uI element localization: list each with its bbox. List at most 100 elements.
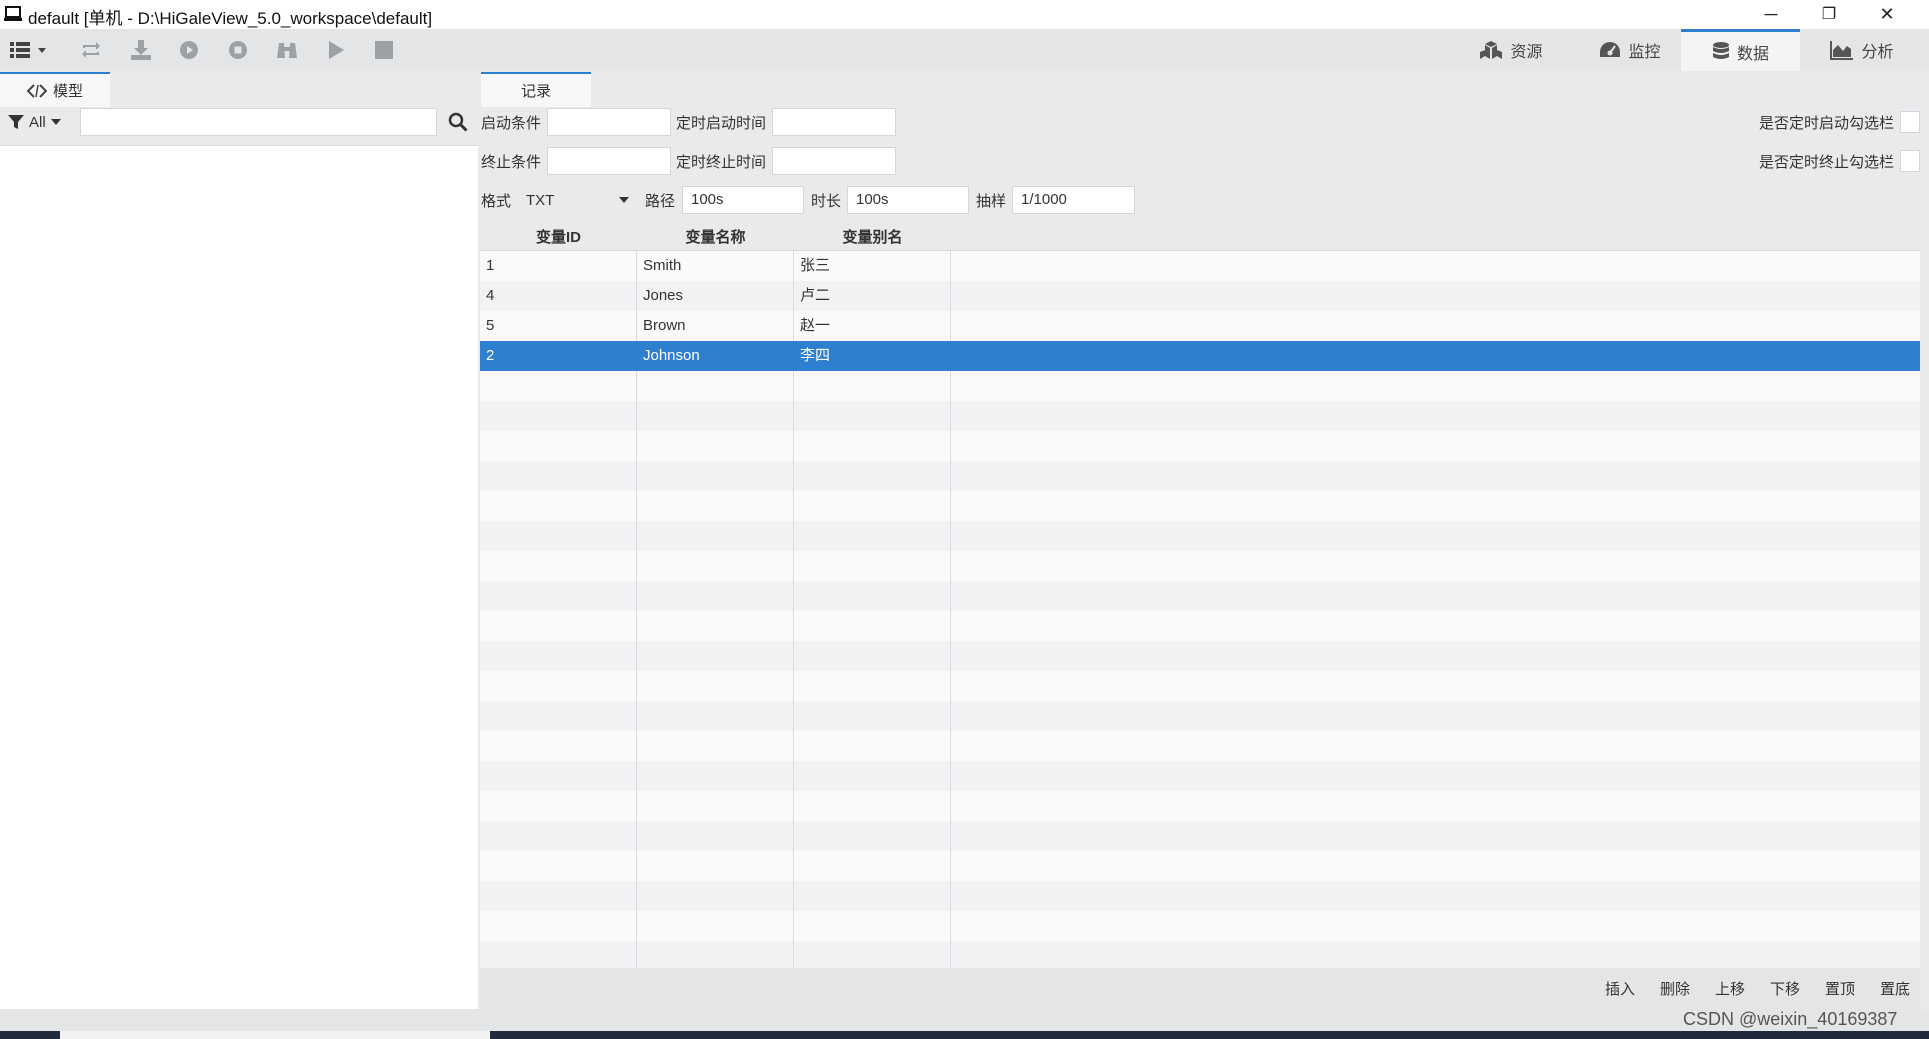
cell-alias[interactable] bbox=[794, 701, 951, 731]
cell-alias[interactable] bbox=[794, 401, 951, 431]
tab-analysis[interactable]: 分析 bbox=[1812, 29, 1912, 71]
table-row-empty[interactable] bbox=[480, 821, 1920, 852]
cell-name[interactable] bbox=[637, 791, 794, 821]
cell-alias[interactable] bbox=[794, 761, 951, 791]
table-row-empty[interactable] bbox=[480, 461, 1920, 492]
table-row-empty[interactable] bbox=[480, 791, 1920, 822]
cell-alias[interactable] bbox=[794, 671, 951, 701]
tab-data[interactable]: 数据 bbox=[1681, 29, 1800, 71]
download-button[interactable] bbox=[128, 37, 154, 63]
cell-alias[interactable] bbox=[794, 491, 951, 521]
format-select[interactable]: TXT bbox=[520, 186, 635, 214]
cell-id[interactable] bbox=[480, 641, 637, 671]
table-row-empty[interactable] bbox=[480, 581, 1920, 612]
table-row-empty[interactable] bbox=[480, 401, 1920, 432]
cell-alias[interactable] bbox=[794, 731, 951, 761]
cell-name[interactable] bbox=[637, 761, 794, 791]
cell-id[interactable]: 2 bbox=[480, 341, 637, 371]
cell-name[interactable] bbox=[637, 881, 794, 911]
cell-id[interactable] bbox=[480, 941, 637, 968]
cell-alias[interactable] bbox=[794, 581, 951, 611]
stop-button[interactable] bbox=[371, 37, 397, 63]
cell-id[interactable] bbox=[480, 731, 637, 761]
cell-name[interactable] bbox=[637, 551, 794, 581]
binoculars-button[interactable] bbox=[274, 37, 300, 63]
stop-condition-input[interactable] bbox=[547, 147, 671, 175]
table-row-empty[interactable] bbox=[480, 941, 1920, 968]
table-row-empty[interactable] bbox=[480, 701, 1920, 732]
tab-model[interactable]: 模型 bbox=[0, 72, 110, 107]
duration-input[interactable]: 100s bbox=[847, 186, 969, 214]
cell-name[interactable] bbox=[637, 611, 794, 641]
cell-alias[interactable] bbox=[794, 881, 951, 911]
cell-alias[interactable]: 张三 bbox=[794, 251, 951, 281]
cell-alias[interactable] bbox=[794, 911, 951, 941]
cell-name[interactable] bbox=[637, 731, 794, 761]
table-row[interactable]: 5 Brown 赵一 bbox=[480, 311, 1920, 342]
cell-alias[interactable] bbox=[794, 851, 951, 881]
cell-alias[interactable] bbox=[794, 551, 951, 581]
table-row[interactable]: 4 Jones 卢二 bbox=[480, 281, 1920, 312]
cell-alias[interactable] bbox=[794, 611, 951, 641]
stop-circle-button[interactable] bbox=[225, 37, 251, 63]
path-input[interactable]: 100s bbox=[682, 186, 804, 214]
move-down-button[interactable]: 下移 bbox=[1770, 978, 1800, 999]
table-row-empty[interactable] bbox=[480, 611, 1920, 642]
cell-name[interactable] bbox=[637, 641, 794, 671]
cell-id[interactable] bbox=[480, 821, 637, 851]
cell-id[interactable] bbox=[480, 431, 637, 461]
move-top-button[interactable]: 置顶 bbox=[1825, 978, 1855, 999]
table-row-empty[interactable] bbox=[480, 641, 1920, 672]
model-tree[interactable] bbox=[0, 145, 478, 1009]
table-row-empty[interactable] bbox=[480, 851, 1920, 882]
table-row-empty[interactable] bbox=[480, 551, 1920, 582]
scheduled-stop-checkbox[interactable] bbox=[1900, 150, 1920, 172]
cell-alias[interactable] bbox=[794, 461, 951, 491]
menu-button[interactable] bbox=[8, 37, 52, 63]
table-row-empty[interactable] bbox=[480, 521, 1920, 552]
cell-id[interactable] bbox=[480, 911, 637, 941]
taskbar-item[interactable] bbox=[60, 1031, 490, 1039]
cell-id[interactable] bbox=[480, 461, 637, 491]
cell-name[interactable] bbox=[637, 491, 794, 521]
model-search-input[interactable] bbox=[80, 108, 437, 136]
delete-button[interactable]: 删除 bbox=[1660, 978, 1690, 999]
cell-name[interactable] bbox=[637, 911, 794, 941]
cell-id[interactable] bbox=[480, 611, 637, 641]
cell-alias[interactable]: 卢二 bbox=[794, 281, 951, 311]
cell-name[interactable]: Johnson bbox=[637, 341, 794, 371]
sampling-input[interactable]: 1/1000 bbox=[1012, 186, 1135, 214]
scheduled-start-input[interactable] bbox=[772, 108, 896, 136]
cell-alias[interactable] bbox=[794, 791, 951, 821]
cell-id[interactable] bbox=[480, 371, 637, 401]
cell-id[interactable] bbox=[480, 881, 637, 911]
cell-alias[interactable] bbox=[794, 821, 951, 851]
cell-name[interactable] bbox=[637, 401, 794, 431]
cell-id[interactable] bbox=[480, 701, 637, 731]
cell-name[interactable] bbox=[637, 941, 794, 968]
play-circle-button[interactable] bbox=[176, 37, 202, 63]
table-row-empty[interactable] bbox=[480, 731, 1920, 762]
close-button[interactable]: ✕ bbox=[1858, 0, 1916, 29]
tab-monitor[interactable]: 监控 bbox=[1575, 29, 1685, 71]
cell-id[interactable]: 1 bbox=[480, 251, 637, 281]
cell-id[interactable] bbox=[480, 851, 637, 881]
column-header-alias[interactable]: 变量别名 bbox=[794, 226, 951, 247]
cell-name[interactable] bbox=[637, 431, 794, 461]
maximize-button[interactable]: ❐ bbox=[1800, 0, 1858, 29]
cell-alias[interactable] bbox=[794, 431, 951, 461]
cell-name[interactable] bbox=[637, 821, 794, 851]
table-row[interactable]: 1 Smith 张三 bbox=[480, 251, 1920, 282]
search-icon[interactable] bbox=[448, 112, 468, 132]
table-row-empty[interactable] bbox=[480, 491, 1920, 522]
cell-name[interactable] bbox=[637, 701, 794, 731]
move-bottom-button[interactable]: 置底 bbox=[1880, 978, 1910, 999]
cell-id[interactable] bbox=[480, 401, 637, 431]
tab-resources[interactable]: 资源 bbox=[1455, 29, 1567, 71]
cell-id[interactable] bbox=[480, 671, 637, 701]
cell-name[interactable] bbox=[637, 371, 794, 401]
cell-name[interactable] bbox=[637, 581, 794, 611]
filter-dropdown[interactable]: All bbox=[8, 109, 72, 135]
cell-name[interactable]: Jones bbox=[637, 281, 794, 311]
cell-id[interactable]: 4 bbox=[480, 281, 637, 311]
